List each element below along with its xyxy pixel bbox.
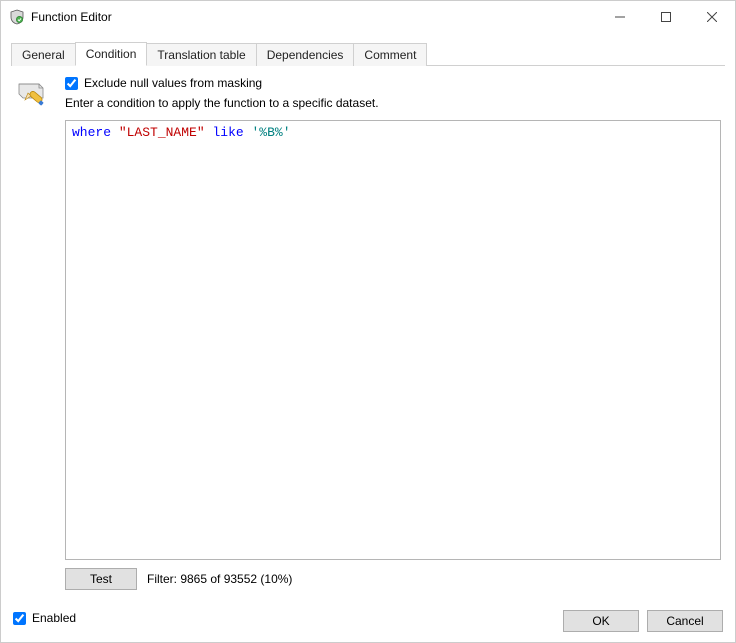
test-row: Test Filter: 9865 of 93552 (10%) — [65, 568, 721, 590]
close-button[interactable] — [689, 1, 735, 33]
ok-button[interactable]: OK — [563, 610, 639, 632]
function-editor-icon — [15, 78, 47, 110]
enabled-label: Enabled — [32, 611, 76, 625]
tab-condition[interactable]: Condition — [75, 42, 148, 66]
maximize-button[interactable] — [643, 1, 689, 33]
code-token: like — [212, 125, 243, 140]
window-frame: Function Editor GeneralConditionTranslat… — [0, 0, 736, 643]
enabled-checkbox[interactable] — [13, 612, 26, 625]
window-title: Function Editor — [31, 10, 112, 24]
exclude-null-label: Exclude null values from masking — [84, 76, 262, 90]
condition-code-editor[interactable]: where "LAST_NAME" like '%B%' — [65, 120, 721, 560]
code-token: where — [72, 125, 111, 140]
titlebar: Function Editor — [1, 1, 735, 33]
filter-result-text: Filter: 9865 of 93552 (10%) — [147, 572, 292, 586]
cancel-button[interactable]: Cancel — [647, 610, 723, 632]
footer: Enabled OK Cancel — [1, 602, 735, 642]
code-token: '%B%' — [252, 125, 291, 140]
enabled-checkbox-row: Enabled — [13, 611, 76, 625]
code-token — [111, 125, 119, 140]
code-token — [244, 125, 252, 140]
tab-content-condition: Exclude null values from masking Enter a… — [1, 66, 735, 602]
shield-icon — [9, 9, 25, 25]
minimize-button[interactable] — [597, 1, 643, 33]
exclude-null-checkbox-row: Exclude null values from masking — [65, 76, 721, 90]
exclude-null-checkbox[interactable] — [65, 77, 78, 90]
tab-dependencies[interactable]: Dependencies — [256, 43, 355, 66]
code-token: "LAST_NAME" — [119, 125, 205, 140]
tab-translation-table[interactable]: Translation table — [146, 43, 256, 66]
tab-general[interactable]: General — [11, 43, 76, 66]
tab-comment[interactable]: Comment — [353, 43, 427, 66]
tabs-container: GeneralConditionTranslation tableDepende… — [1, 33, 735, 66]
test-button[interactable]: Test — [65, 568, 137, 590]
instruction-text: Enter a condition to apply the function … — [65, 96, 721, 110]
window-controls — [597, 1, 735, 33]
